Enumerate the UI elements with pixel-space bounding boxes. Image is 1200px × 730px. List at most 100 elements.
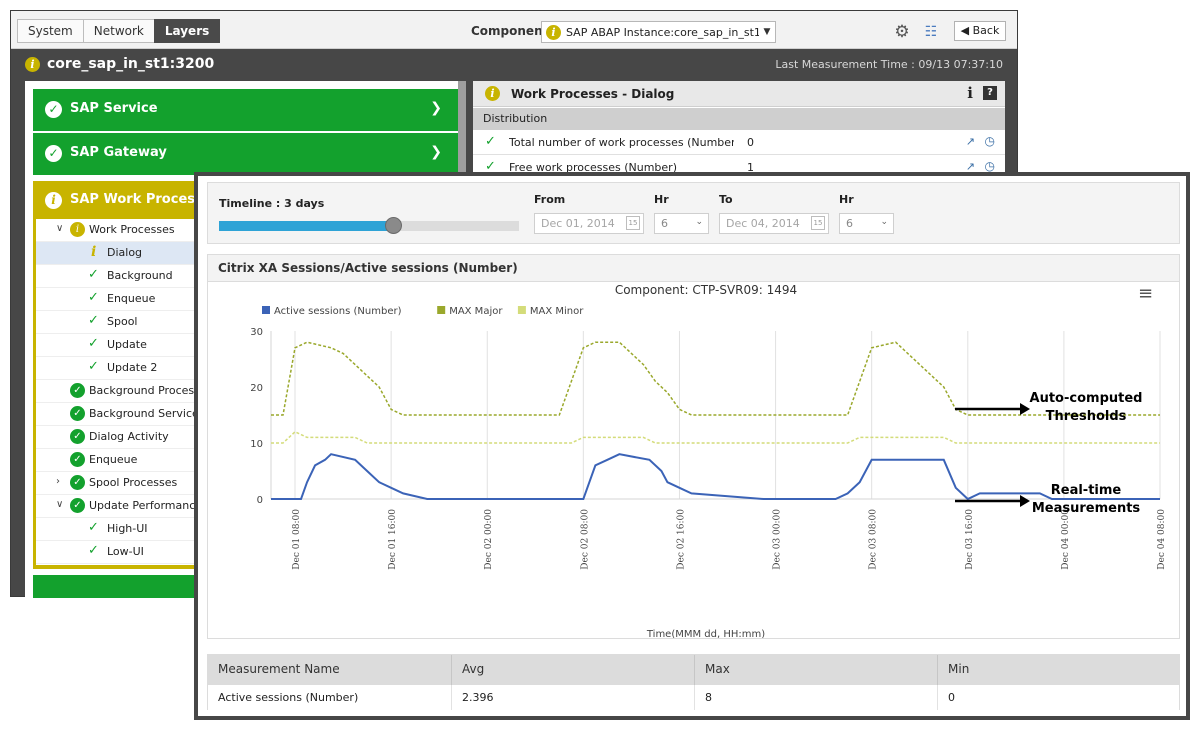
to-hr-value: 6	[846, 217, 853, 230]
tree-item-label: Work Processes	[89, 223, 175, 236]
layer-sap-gateway[interactable]: ✓ SAP Gateway ❯	[33, 133, 458, 175]
menu-icon[interactable]: ≡	[1138, 283, 1153, 304]
check-icon: ✓	[88, 336, 99, 351]
table-cell: Active sessions (Number)	[208, 685, 452, 710]
y-tick-label: 10	[250, 439, 263, 450]
check-circle-icon: ✓	[70, 452, 85, 467]
x-tick-label: Dec 04 00:00	[1061, 509, 1071, 570]
x-tick-label: Dec 03 00:00	[773, 509, 783, 570]
check-circle-icon: ✓	[70, 475, 85, 490]
y-tick-label: 20	[250, 383, 263, 394]
annotation-text: Real-time	[1051, 483, 1122, 498]
topology-icon[interactable]: ☷	[921, 22, 941, 42]
info-icon[interactable]: i	[967, 84, 973, 102]
table-cell: 2.396	[452, 685, 695, 710]
tree-item-label: Update Performance	[89, 499, 203, 512]
column-header: Min	[948, 662, 970, 676]
x-tick-label: Dec 03 16:00	[965, 509, 975, 570]
x-tick-label: Dec 02 16:00	[676, 509, 686, 570]
info-icon: i	[25, 57, 40, 72]
info-icon: i	[91, 244, 97, 260]
legend-swatch	[262, 306, 270, 314]
gear-icon[interactable]: ⚙	[892, 22, 912, 42]
top-toolbar: System Network Layers Component i SAP AB…	[11, 11, 1017, 49]
annotation-text: Thresholds	[1046, 409, 1127, 424]
measurement-graph-window: Timeline : 3 days From Dec 01, 2014 15 H…	[194, 172, 1190, 720]
annotation-text: Measurements	[1032, 501, 1141, 516]
to-date-value: Dec 04, 2014	[726, 217, 800, 230]
timeline-slider[interactable]	[219, 217, 519, 234]
tree-item-label: Background Services	[89, 407, 205, 420]
back-button[interactable]: ◀ Back	[954, 21, 1006, 41]
layer-label: SAP Gateway	[70, 145, 167, 160]
to-label: To	[719, 193, 733, 206]
tab-layers[interactable]: Layers	[153, 19, 221, 43]
calendar-icon[interactable]: 15	[626, 216, 640, 230]
graph-content: Timeline : 3 days From Dec 01, 2014 15 H…	[198, 176, 1186, 716]
chevron-right-icon[interactable]: ›	[56, 476, 60, 487]
tree-item-label: Enqueue	[89, 453, 138, 466]
check-icon: ✓	[88, 290, 99, 305]
legend-label: Active sessions (Number)	[274, 306, 402, 317]
component-select[interactable]: i SAP ABAP Instance:core_sap_in_st1 ▼	[541, 21, 776, 43]
to-date-input[interactable]: Dec 04, 2014 15	[719, 213, 829, 234]
series-line	[271, 430, 1160, 444]
to-hr-label: Hr	[839, 193, 854, 206]
chart-panel-title: Citrix XA Sessions/Active sessions (Numb…	[208, 255, 1179, 282]
x-tick-label: Dec 01 08:00	[292, 509, 302, 570]
timeline-handle[interactable]	[385, 217, 402, 234]
chevron-down-icon: ▼	[763, 27, 771, 37]
chart-title: Component: CTP-SVR09: 1494	[615, 283, 797, 297]
check-icon: ✓	[88, 313, 99, 328]
to-hr-select[interactable]: 6 ⌄	[839, 213, 894, 234]
tree-item-label: Dialog Activity	[89, 430, 169, 443]
view-tabs: System Network Layers	[17, 19, 221, 43]
chevron-down-icon[interactable]: ∨	[56, 499, 63, 510]
check-icon: ✓	[88, 359, 99, 374]
check-circle-icon: ✓	[70, 498, 85, 513]
chevron-down-icon: ⌄	[695, 217, 703, 227]
x-tick-label: Dec 01 16:00	[388, 509, 398, 570]
measurement-table: Measurement Name Avg Max Min Active sess…	[207, 654, 1180, 710]
measure-value: 0	[747, 136, 754, 149]
x-tick-label: Dec 02 00:00	[484, 509, 494, 570]
check-circle-icon: ✓	[70, 429, 85, 444]
layer-label: SAP Service	[70, 101, 158, 116]
table-header: Measurement Name Avg Max Min	[208, 655, 1179, 685]
chevron-right-icon: ❯	[430, 144, 442, 160]
calendar-icon[interactable]: 15	[811, 216, 825, 230]
chevron-down-icon[interactable]: ∨	[56, 223, 63, 234]
table-row: Active sessions (Number) 2.396 8 0	[208, 685, 1179, 710]
graph-icon[interactable]: ↗	[966, 135, 975, 148]
chevron-right-icon: ❯	[430, 100, 442, 116]
layer-sap-service[interactable]: ✓ SAP Service ❯	[33, 89, 458, 131]
check-icon: ✓	[88, 543, 99, 558]
tab-system[interactable]: System	[17, 19, 83, 43]
tree-item-label: Spool	[107, 315, 138, 328]
tab-network[interactable]: Network	[82, 19, 154, 43]
from-date-input[interactable]: Dec 01, 2014 15	[534, 213, 644, 234]
last-measurement-time: Last Measurement Time : 09/13 07:37:10	[775, 58, 1003, 71]
y-tick-label: 30	[250, 327, 263, 338]
component-label: Component	[471, 24, 549, 38]
history-icon[interactable]: ◷	[985, 159, 995, 173]
history-icon[interactable]: ◷	[985, 134, 995, 148]
tree-item-label: Dialog	[107, 246, 143, 259]
legend-swatch	[437, 306, 446, 314]
from-hr-label: Hr	[654, 193, 669, 206]
details-header: i Work Processes - Dialog i ?	[473, 81, 1005, 107]
from-hr-select[interactable]: 6 ⌄	[654, 213, 709, 234]
check-circle-icon: ✓	[70, 406, 85, 421]
component-select-value: SAP ABAP Instance:core_sap_in_st1	[566, 25, 759, 39]
tree-item-label: Background	[107, 269, 173, 282]
annotation-arrow-head	[1020, 403, 1030, 415]
timeline-fill	[219, 221, 393, 231]
tree-item-label: Spool Processes	[89, 476, 178, 489]
help-icon[interactable]: ?	[983, 86, 997, 100]
details-title: Work Processes - Dialog	[511, 87, 675, 101]
warning-info-icon: i	[70, 222, 85, 237]
check-icon: ✓	[88, 520, 99, 535]
tree-item-label: High-UI	[107, 522, 148, 535]
measure-name: Total number of work processes (Number)	[509, 136, 734, 149]
column-header: Measurement Name	[208, 655, 452, 685]
